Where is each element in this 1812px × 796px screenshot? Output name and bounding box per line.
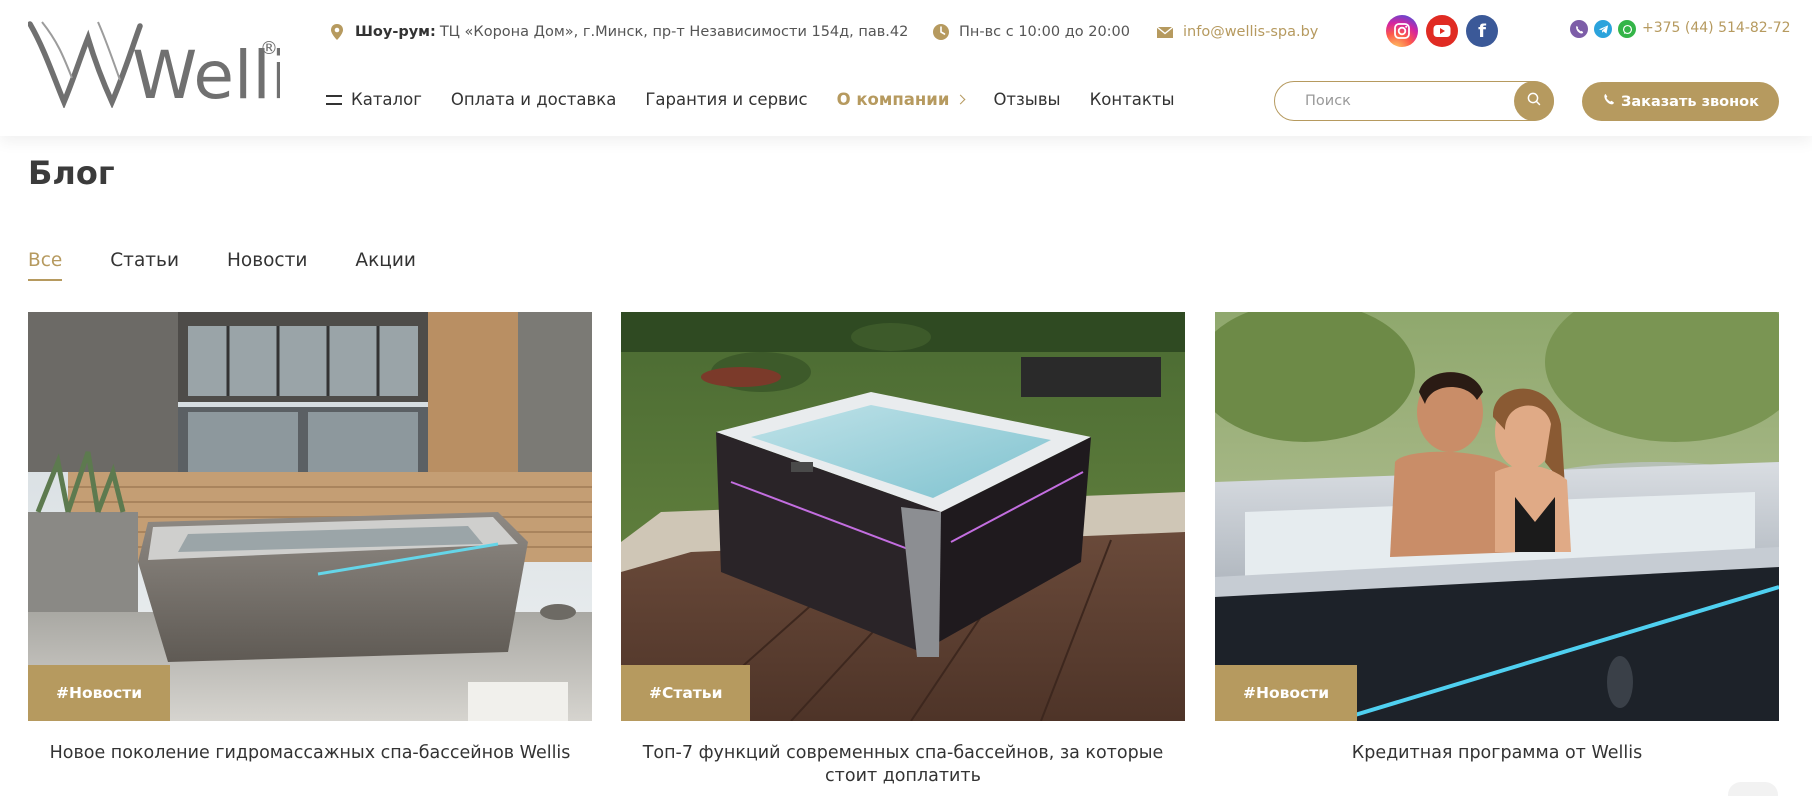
post-tag-badge[interactable]: #Новости [1215,665,1358,721]
location-pin-icon [328,23,346,41]
blog-post-card[interactable]: #Новости Новое поколение гидромассажных … [28,312,592,765]
order-call-button[interactable]: Заказать звонок [1582,82,1779,121]
blog-post-card[interactable]: #Новости Кредитная программа от Wellis [1215,312,1779,765]
address-text: ТЦ «Корона Дом», г.Минск, пр-т Независим… [439,24,909,40]
post-title[interactable]: Новое поколение гидромассажных спа-бассе… [28,742,592,765]
nav-label: Гарантия и сервис [645,90,808,109]
post-title[interactable]: Кредитная программа от Wellis [1215,742,1779,765]
logo-registered-mark: ® [260,38,278,59]
logo-wordmark: Wellis [132,37,280,108]
messenger-links [1570,20,1636,38]
nav-item-warranty-service[interactable]: Гарантия и сервис [645,90,807,109]
tab-news[interactable]: Новости [227,250,307,281]
chevron-right-icon [955,94,966,105]
post-image-house-terrace-spa[interactable]: #Новости [28,312,592,721]
youtube-icon[interactable] [1426,15,1458,47]
search-icon [1526,91,1542,111]
tab-promotions[interactable]: Акции [355,250,415,281]
clock-icon [932,23,950,41]
wellis-logo[interactable]: Wellis ® [27,18,323,114]
phone-icon [1602,93,1615,110]
main-nav: Каталог Оплата и доставка Гарантия и сер… [326,90,1204,109]
working-hours: Пн-вс с 10:00 до 20:00 [932,21,1130,43]
nav-label: Оплата и доставка [450,90,617,109]
site-header: Wellis ® Шоу-рум: ТЦ «Корона Дом», г.Мин… [0,0,1812,136]
nav-item-catalog[interactable]: Каталог [326,90,422,109]
hours-text: Пн-вс с 10:00 до 20:00 [959,24,1131,40]
instagram-icon[interactable] [1386,15,1418,47]
tab-articles[interactable]: Статьи [110,250,179,281]
nav-item-payment-delivery[interactable]: Оплата и доставка [451,90,616,109]
viber-icon[interactable] [1570,20,1588,38]
scroll-to-top-button[interactable] [1728,782,1778,796]
email-text: info@wellis-spa.by [1183,24,1319,40]
facebook-icon[interactable]: f [1466,15,1498,47]
mail-icon [1156,23,1174,41]
post-image-spa-on-deck[interactable]: #Статьи [621,312,1185,721]
nav-item-reviews[interactable]: Отзывы [993,90,1060,109]
tab-all[interactable]: Все [28,250,63,281]
search-box [1274,80,1554,121]
nav-item-contacts[interactable]: Контакты [1090,90,1175,109]
nav-label: Каталог [351,90,422,109]
search-button[interactable] [1514,80,1554,121]
post-tag-badge[interactable]: #Новости [28,665,171,721]
order-call-label: Заказать звонок [1621,93,1759,110]
email-link[interactable]: info@wellis-spa.by [1156,21,1318,43]
nav-label: Отзывы [993,90,1061,109]
whatsapp-icon[interactable] [1618,20,1636,38]
post-image-couple-in-spa[interactable]: #Новости [1215,312,1779,721]
page-title: Блог [28,154,115,192]
showroom-label: Шоу-рум: [355,24,436,40]
nav-label: Контакты [1089,90,1175,109]
blog-post-card[interactable]: #Статьи Топ-7 функций современных спа-ба… [621,312,1185,788]
social-links: f [1386,15,1498,47]
post-tag-badge[interactable]: #Статьи [621,665,751,721]
nav-label: О компании [836,90,950,109]
blog-category-tabs: Все Статьи Новости Акции [28,250,464,281]
phone-number[interactable]: +375 (44) 514-82-72 [1642,20,1791,36]
telegram-icon[interactable] [1594,20,1612,38]
nav-item-about[interactable]: О компании [836,90,966,109]
post-title[interactable]: Топ-7 функций современных спа-бассейнов,… [621,742,1185,788]
showroom-address: Шоу-рум: ТЦ «Корона Дом», г.Минск, пр-т … [328,21,908,43]
search-input[interactable] [1305,91,1475,111]
menu-burger-icon [326,94,342,105]
